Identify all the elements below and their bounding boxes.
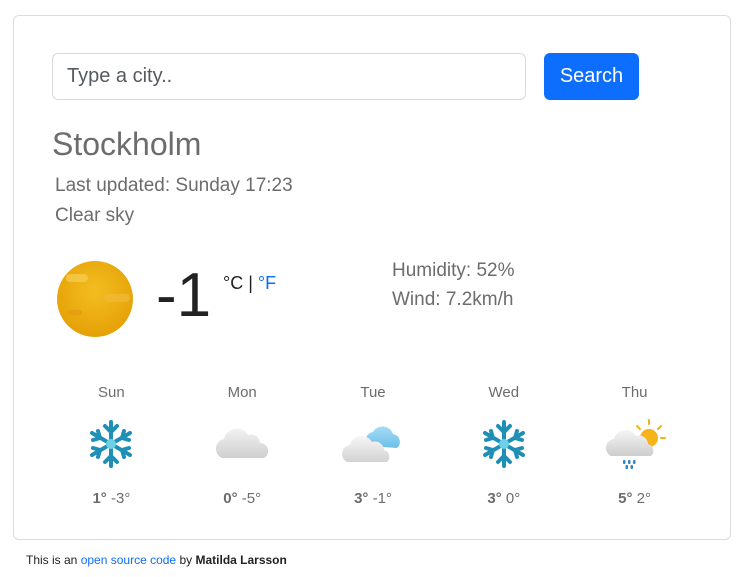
humidity: Humidity: 52% <box>392 260 515 281</box>
forecast-temps: 1° -3° <box>46 490 177 507</box>
sun-cloud-rain-icon <box>605 419 666 469</box>
cloudy-icon <box>341 426 400 462</box>
forecast-day: Wed 3° 0° <box>438 384 569 507</box>
last-updated: Last updated: Sunday 17:23 <box>55 175 293 196</box>
footer: This is an open source code by Matilda L… <box>26 553 287 567</box>
weather-description: Clear sky <box>55 205 135 226</box>
search-button[interactable]: Search <box>544 53 639 100</box>
forecast-temps: 3° 0° <box>438 490 569 507</box>
forecast-day-name: Tue <box>360 384 386 401</box>
forecast-min: -3° <box>110 490 131 507</box>
unit-separator: | <box>243 273 258 293</box>
forecast-temps: 0° -5° <box>177 490 308 507</box>
forecast-day: Thu 5° 2° <box>569 384 700 507</box>
open-source-link[interactable]: open source code <box>81 553 176 567</box>
snow-icon <box>90 420 133 468</box>
forecast-min: -5° <box>241 490 262 507</box>
forecast-day: Tue 3° -1° <box>308 384 439 507</box>
forecast-max: 5° <box>618 490 633 507</box>
forecast-day: Mon 0° -5° <box>177 384 308 507</box>
city-name: Stockholm <box>52 126 202 162</box>
cloud-icon <box>216 428 269 458</box>
forecast-min: 0° <box>505 490 521 507</box>
forecast-day-name: Mon <box>227 384 257 401</box>
forecast-min: -1° <box>372 490 392 507</box>
forecast-max: 3° <box>354 490 369 507</box>
snow-icon <box>482 420 525 468</box>
unit-celsius: °C <box>223 273 244 293</box>
footer-author: Matilda Larsson <box>195 553 287 567</box>
forecast-max: 3° <box>487 490 502 507</box>
forecast-temps: 3° -1° <box>308 490 439 507</box>
unit-fahrenheit-link[interactable]: °F <box>258 273 276 293</box>
forecast-max: 1° <box>92 490 107 507</box>
current-temperature: -1 <box>156 261 212 330</box>
wind: Wind: 7.2km/h <box>392 289 514 310</box>
forecast-day-name: Wed <box>488 384 520 401</box>
forecast-row: Sun 1° -3° Mon 0° -5° Tue 3° -1° Wed 3° … <box>46 384 700 507</box>
forecast-day-name: Thu <box>621 384 648 401</box>
forecast-day: Sun 1° -3° <box>46 384 177 507</box>
unit-switcher: °C | °F <box>223 273 276 294</box>
forecast-min: 2° <box>636 490 652 507</box>
city-search-input[interactable] <box>52 53 526 100</box>
weather-card: Search Stockholm Last updated: Sunday 17… <box>13 15 731 540</box>
footer-prefix: This is an <box>26 553 78 567</box>
clear-sky-sun-icon <box>57 261 133 337</box>
footer-middle: by <box>179 553 193 567</box>
forecast-temps: 5° 2° <box>569 490 700 507</box>
forecast-day-name: Sun <box>98 384 125 401</box>
forecast-max: 0° <box>223 490 238 507</box>
